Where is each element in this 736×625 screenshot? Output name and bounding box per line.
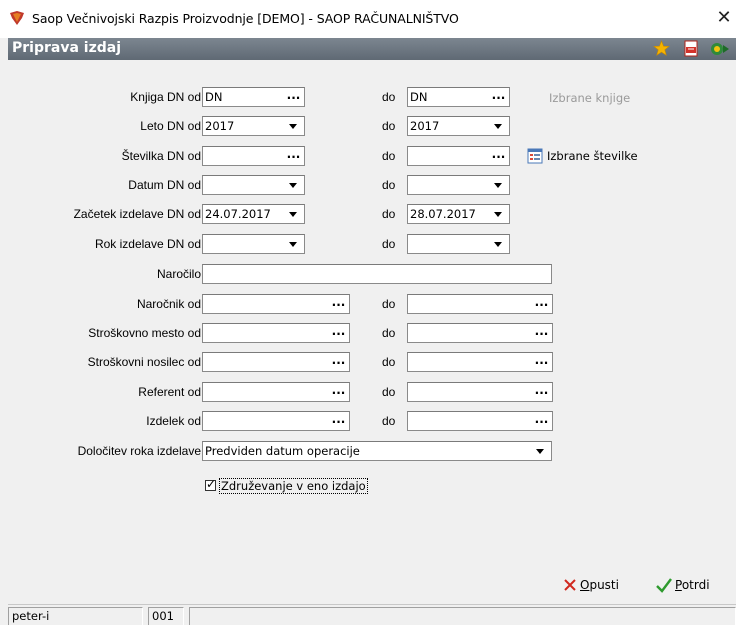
browse-button[interactable]: ... — [533, 325, 550, 340]
zacetek-label: Začetek izdelave DN od — [73, 207, 201, 221]
knjiga-do-field[interactable]: DN ... — [407, 87, 510, 107]
do-label: do — [382, 90, 396, 104]
do-label: do — [382, 414, 396, 428]
narocilo-field[interactable] — [202, 264, 552, 284]
do-label: do — [382, 178, 396, 192]
izbrane-knjige-link: Izbrane knjige — [549, 91, 631, 105]
narocnik-label: Naročnik od — [136, 297, 201, 311]
do-label: do — [382, 207, 396, 221]
browse-button[interactable]: ... — [285, 89, 302, 104]
strosmesto-od-field[interactable]: ... — [202, 323, 350, 343]
datum-do-dropdown[interactable] — [407, 175, 510, 195]
chevron-down-icon[interactable] — [285, 237, 301, 251]
browse-button[interactable]: ... — [330, 325, 347, 340]
zdruzevanje-checkbox[interactable]: ✓ — [205, 477, 217, 491]
izdelek-label: Izdelek od — [146, 414, 201, 428]
chevron-down-icon[interactable] — [532, 444, 548, 458]
stevilka-label: Številka DN od — [121, 149, 201, 163]
opusti-label: Opusti — [580, 578, 619, 592]
stevilka-do-field[interactable]: ... — [407, 146, 510, 166]
browse-button[interactable]: ... — [533, 413, 550, 428]
browse-button[interactable]: ... — [533, 296, 550, 311]
panel-header: Priprava izdaj — [8, 38, 736, 60]
potrdi-label: Potrdi — [675, 578, 710, 592]
browse-button[interactable]: ... — [330, 354, 347, 369]
datum-od-dropdown[interactable] — [202, 175, 305, 195]
chevron-down-icon[interactable] — [490, 237, 506, 251]
stevilka-od-field[interactable]: ... — [202, 146, 305, 166]
narocilo-label: Naročilo — [156, 267, 201, 281]
zacetek-do-dropdown[interactable]: 28.07.2017 — [407, 204, 510, 224]
browse-button[interactable]: ... — [330, 384, 347, 399]
rok-od-dropdown[interactable] — [202, 234, 305, 254]
status-code: 001 — [148, 607, 184, 625]
confirm-check-icon — [656, 578, 672, 593]
rok-do-dropdown[interactable] — [407, 234, 510, 254]
dolocitev-dropdown[interactable]: Predviden datum operacije — [202, 441, 552, 461]
help-icon[interactable] — [709, 40, 731, 57]
do-label: do — [382, 385, 396, 399]
window-title: Saop Večnivojski Razpis Proizvodnje [DEM… — [32, 11, 459, 26]
browse-button[interactable]: ... — [285, 148, 302, 163]
chevron-down-icon[interactable] — [490, 178, 506, 192]
leto-od-dropdown[interactable]: 2017 — [202, 116, 305, 136]
browse-button[interactable]: ... — [490, 89, 507, 104]
referent-label: Referent od — [138, 385, 201, 399]
strosmesto-do-field[interactable]: ... — [407, 323, 553, 343]
strosmesto-label: Stroškovno mesto od — [88, 326, 201, 340]
datum-label: Datum DN od — [128, 178, 201, 192]
zdruzevanje-label[interactable]: Združevanje v eno izdajo — [219, 478, 368, 494]
do-label: do — [382, 237, 396, 251]
strosnosilec-do-field[interactable]: ... — [407, 352, 553, 372]
strosnosilec-label: Stroškovni nosilec od — [87, 355, 201, 369]
status-bar: peter-i 001 — [8, 604, 736, 625]
dolocitev-label: Določitev roka izdelave — [77, 444, 201, 458]
leto-label: Leto DN od — [140, 119, 201, 133]
favorite-star-icon[interactable] — [653, 40, 670, 57]
do-label: do — [382, 119, 396, 133]
do-label: do — [382, 355, 396, 369]
chevron-down-icon[interactable] — [285, 207, 301, 221]
leto-do-dropdown[interactable]: 2017 — [407, 116, 510, 136]
narocnik-do-field[interactable]: ... — [407, 294, 553, 314]
knjiga-od-field[interactable]: DN ... — [202, 87, 305, 107]
do-label: do — [382, 326, 396, 340]
do-label: do — [382, 149, 396, 163]
browse-button[interactable]: ... — [330, 413, 347, 428]
form-panel: Knjiga DN od DN ... do DN ... Izbrane kn… — [8, 60, 736, 566]
izbrane-stevilke-label: Izbrane številke — [547, 149, 638, 163]
panel-title: Priprava izdaj — [12, 40, 121, 56]
referent-do-field[interactable]: ... — [407, 382, 553, 402]
chevron-down-icon[interactable] — [490, 207, 506, 221]
list-select-icon — [527, 148, 543, 164]
chevron-down-icon[interactable] — [285, 119, 301, 133]
chevron-down-icon[interactable] — [490, 119, 506, 133]
narocnik-od-field[interactable]: ... — [202, 294, 350, 314]
strosnosilec-od-field[interactable]: ... — [202, 352, 350, 372]
status-empty — [189, 607, 736, 625]
app-logo-icon — [10, 11, 24, 25]
checkmark-icon: ✓ — [206, 477, 217, 491]
browse-button[interactable]: ... — [533, 354, 550, 369]
browse-button[interactable]: ... — [533, 384, 550, 399]
referent-od-field[interactable]: ... — [202, 382, 350, 402]
title-bar: Saop Večnivojski Razpis Proizvodnje [DEM… — [0, 0, 736, 38]
export-pdf-icon[interactable] — [683, 40, 700, 57]
browse-button[interactable]: ... — [330, 296, 347, 311]
izdelek-od-field[interactable]: ... — [202, 411, 350, 431]
close-icon[interactable]: ✕ — [713, 6, 735, 30]
izdelek-do-field[interactable]: ... — [407, 411, 553, 431]
browse-button[interactable]: ... — [490, 148, 507, 163]
status-user: peter-i — [8, 607, 143, 625]
zacetek-od-dropdown[interactable]: 24.07.2017 — [202, 204, 305, 224]
rok-label: Rok izdelave DN od — [94, 237, 201, 251]
do-label: do — [382, 297, 396, 311]
cancel-x-icon — [564, 579, 576, 591]
knjiga-label: Knjiga DN od — [130, 90, 201, 104]
chevron-down-icon[interactable] — [285, 178, 301, 192]
